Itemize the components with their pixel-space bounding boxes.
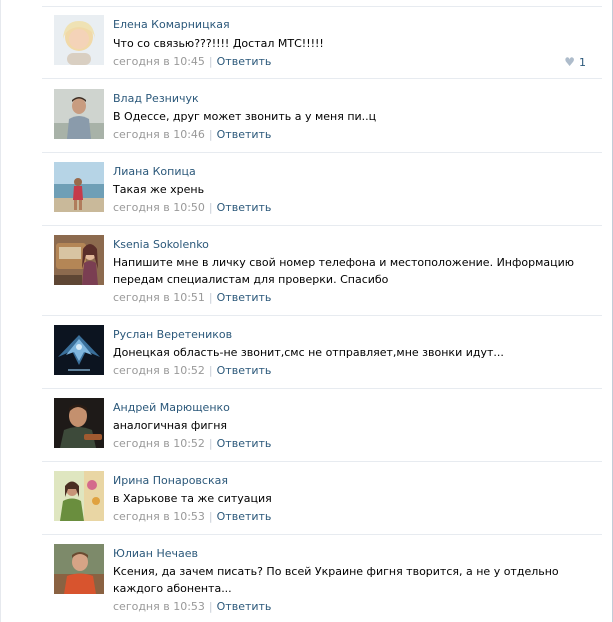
comment-text: Такая же хрень <box>113 183 205 196</box>
comment-item: Лиана Копица Такая же хрень сегодня в 10… <box>42 153 602 226</box>
comment-meta: сегодня в 10:53 | Ответить <box>113 510 271 523</box>
comment-divider <box>42 78 602 79</box>
comment-date[interactable]: сегодня в 10:52 <box>113 437 205 450</box>
meta-separator: | <box>208 128 213 141</box>
reply-link[interactable]: Ответить <box>217 437 272 450</box>
comment-item: Юлиан Нечаев Ксения, да зачем писать? По… <box>42 535 602 622</box>
comment-date[interactable]: сегодня в 10:46 <box>113 128 205 141</box>
comment-text: аналогичная фигня <box>113 419 228 432</box>
heart-icon: ♥ <box>564 55 575 69</box>
comment-author[interactable]: Андрей Марющенко <box>113 401 230 414</box>
comments-panel: Елена Комарницкая Что со связью???!!!! Д… <box>0 0 613 622</box>
comment-text: Ксения, да зачем писать? По всей Украине… <box>113 565 559 595</box>
reply-link[interactable]: Ответить <box>217 364 272 377</box>
avatar[interactable] <box>54 544 104 594</box>
avatar[interactable] <box>54 398 104 448</box>
comment-date[interactable]: сегодня в 10:50 <box>113 201 205 214</box>
comment-author[interactable]: Руслан Веретеников <box>113 328 232 341</box>
meta-separator: | <box>208 55 213 68</box>
like-button[interactable]: ♥ 1 <box>564 55 586 69</box>
comment-author[interactable]: Влад Резничук <box>113 92 199 105</box>
meta-separator: | <box>208 201 213 214</box>
comment-author[interactable]: Лиана Копица <box>113 165 196 178</box>
comment-item: Руслан Веретеников Донецкая область-не з… <box>42 316 602 389</box>
comment-text: Что со связью???!!!! Достал МТС!!!!! <box>113 37 324 50</box>
comment-author[interactable]: Елена Комарницкая <box>113 18 230 31</box>
meta-separator: | <box>208 437 213 450</box>
meta-separator: | <box>208 510 213 523</box>
meta-separator: | <box>208 291 213 304</box>
comment-date[interactable]: сегодня в 10:52 <box>113 364 205 377</box>
avatar[interactable] <box>54 325 104 375</box>
comment-meta: сегодня в 10:53 | Ответить <box>113 600 271 613</box>
comment-text: в Харькове та же ситуация <box>113 492 272 505</box>
comment-item: Ирина Понаровская в Харькове та же ситуа… <box>42 462 602 535</box>
comment-meta: сегодня в 10:46 | Ответить <box>113 128 271 141</box>
comment-item: Андрей Марющенко аналогичная фигня сегод… <box>42 389 602 462</box>
comment-date[interactable]: сегодня в 10:53 <box>113 510 205 523</box>
avatar[interactable] <box>54 162 104 212</box>
reply-link[interactable]: Ответить <box>217 201 272 214</box>
avatar[interactable] <box>54 235 104 285</box>
comment-date[interactable]: сегодня в 10:53 <box>113 600 205 613</box>
comment-meta: сегодня в 10:45 | Ответить <box>113 55 271 68</box>
reply-link[interactable]: Ответить <box>217 510 272 523</box>
comment-text: В Одессе, друг может звонить а у меня пи… <box>113 110 377 123</box>
comment-text: Донецкая область-не звонит,смс не отправ… <box>113 346 504 359</box>
comment-text: Напишите мне в личку свой номер телефона… <box>113 256 575 286</box>
comment-meta: сегодня в 10:51 | Ответить <box>113 291 271 304</box>
reply-link[interactable]: Ответить <box>217 291 272 304</box>
comment-author[interactable]: Ирина Понаровская <box>113 474 228 487</box>
panel-left-edge <box>0 0 1 622</box>
comment-date[interactable]: сегодня в 10:51 <box>113 291 205 304</box>
reply-link[interactable]: Ответить <box>217 600 272 613</box>
meta-separator: | <box>208 600 213 613</box>
comment-item: Влад Резничук В Одессе, друг может звони… <box>42 80 602 153</box>
comment-meta: сегодня в 10:52 | Ответить <box>113 364 271 377</box>
avatar[interactable] <box>54 471 104 521</box>
like-count: 1 <box>579 56 586 69</box>
avatar[interactable] <box>54 15 104 65</box>
reply-link[interactable]: Ответить <box>217 55 272 68</box>
comment-author[interactable]: Ksenia Sokolenko <box>113 238 209 251</box>
comment-author[interactable]: Юлиан Нечаев <box>113 547 198 560</box>
reply-link[interactable]: Ответить <box>217 128 272 141</box>
comment-item: Ksenia Sokolenko Напишите мне в личку св… <box>42 226 602 316</box>
comment-meta: сегодня в 10:52 | Ответить <box>113 437 271 450</box>
comment-date[interactable]: сегодня в 10:45 <box>113 55 205 68</box>
comment-meta: сегодня в 10:50 | Ответить <box>113 201 271 214</box>
meta-separator: | <box>208 364 213 377</box>
avatar[interactable] <box>54 89 104 139</box>
comment-item: Елена Комарницкая Что со связью???!!!! Д… <box>42 7 602 79</box>
